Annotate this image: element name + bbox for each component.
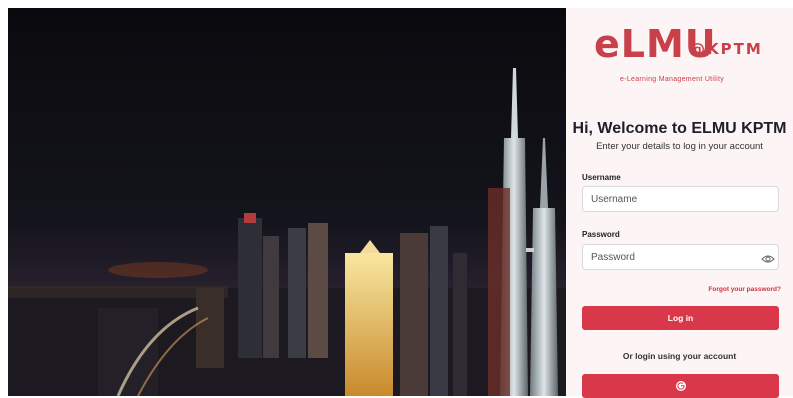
google-login-button[interactable] — [582, 374, 779, 398]
logo-tagline: e-Learning Management Utility — [620, 76, 725, 83]
city-skyline-image — [8, 8, 566, 396]
welcome-subtitle: Enter your details to log in your accoun… — [596, 141, 763, 152]
elmu-logo: eLMU @KPTM e-Learning Management Utility — [594, 24, 784, 84]
google-icon — [675, 381, 686, 391]
alt-login-text: Or login using your account — [622, 351, 737, 361]
welcome-title: Hi, Welcome to ELMU KPTM — [572, 120, 787, 137]
login-panel: eLMU @KPTM e-Learning Management Utility… — [566, 8, 793, 398]
login-button[interactable]: Log in — [582, 306, 779, 330]
password-label: Password — [582, 230, 620, 239]
password-input[interactable] — [582, 244, 779, 270]
username-input[interactable] — [582, 186, 779, 212]
username-label: Username — [582, 173, 621, 182]
eye-icon[interactable] — [761, 254, 775, 264]
logo-suffix: @KPTM — [690, 40, 763, 58]
forgot-password-link[interactable]: Forgot your password? — [708, 286, 781, 293]
